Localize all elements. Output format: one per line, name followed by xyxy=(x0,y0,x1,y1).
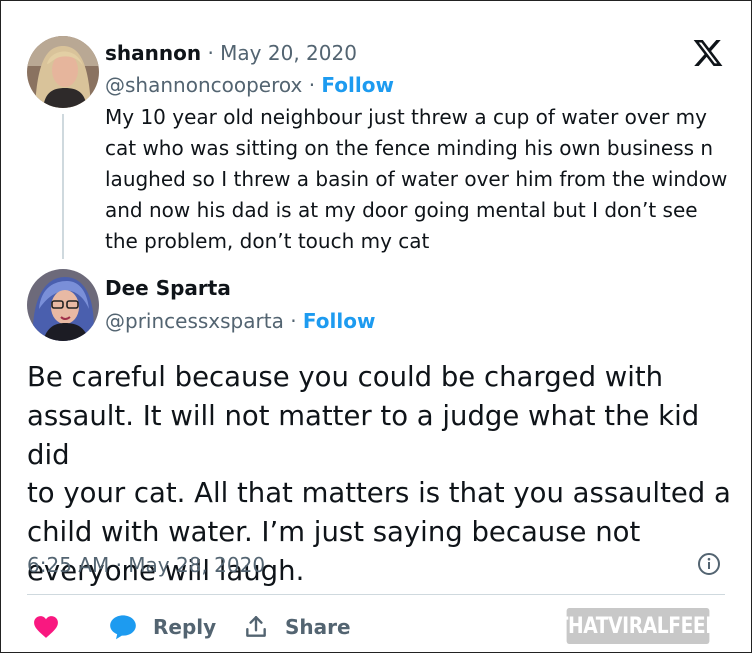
follow-button[interactable]: Follow xyxy=(321,73,394,97)
separator: · xyxy=(290,309,297,333)
reply-timestamp[interactable]: 6:25 AM · May 28, 2020 xyxy=(27,553,265,577)
divider xyxy=(27,594,725,595)
watermark-logo: THATVIRALFEED xyxy=(556,608,721,644)
separator: · xyxy=(308,73,316,97)
avatar-shannon[interactable] xyxy=(27,36,99,108)
reply-follow-button[interactable]: Follow xyxy=(303,309,376,333)
heart-icon xyxy=(34,616,58,638)
reply-bubble-icon xyxy=(110,615,136,640)
avatar-dee-sparta[interactable] xyxy=(27,269,99,341)
author-handle[interactable]: @shannoncooperox xyxy=(105,73,302,97)
separator: · xyxy=(207,41,214,65)
reply-author-handle[interactable]: @princessxsparta xyxy=(105,309,284,333)
x-logo-icon[interactable] xyxy=(691,37,725,69)
tweet-card: shannon · May 20, 2020 @shannoncooperox … xyxy=(0,0,752,653)
original-tweet-text: My 10 year old neighbour just threw a cu… xyxy=(105,105,728,253)
post-date[interactable]: May 20, 2020 xyxy=(220,41,357,65)
author-name[interactable]: shannon xyxy=(105,41,201,65)
info-icon[interactable] xyxy=(697,552,721,576)
share-button[interactable]: Share xyxy=(243,612,351,642)
reply-button[interactable]: Reply xyxy=(109,612,216,642)
reply-author-name[interactable]: Dee Sparta xyxy=(105,276,231,300)
share-label: Share xyxy=(285,615,351,639)
share-icon xyxy=(246,616,266,637)
reply-label: Reply xyxy=(153,615,217,639)
thread-line xyxy=(62,114,64,259)
like-button[interactable] xyxy=(33,612,59,642)
